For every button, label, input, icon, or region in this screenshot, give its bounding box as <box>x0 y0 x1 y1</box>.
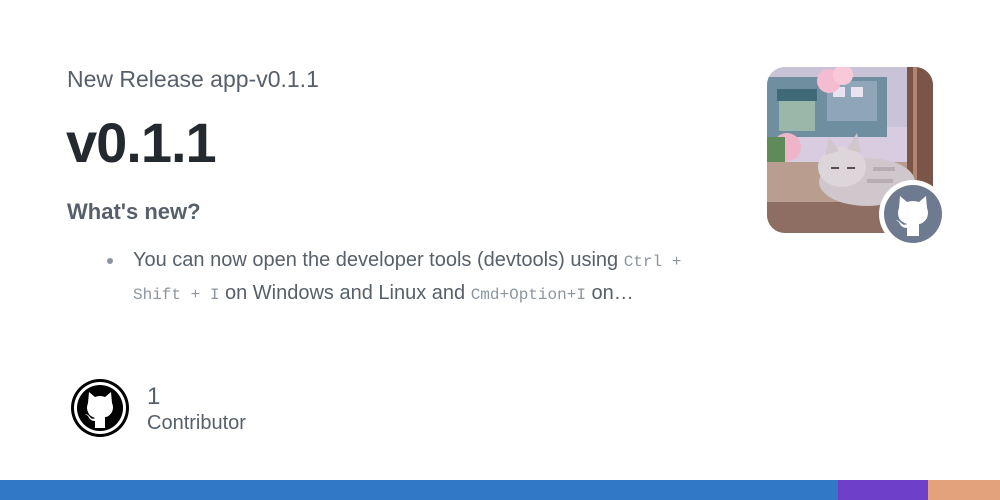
language-bar-segment <box>928 480 1000 500</box>
github-badge <box>879 180 947 248</box>
section-heading: What's new? <box>67 199 201 224</box>
language-bar-segment <box>838 480 928 500</box>
contributor-count: 1 <box>147 383 161 410</box>
release-title: v0.1.1 <box>66 111 217 174</box>
language-bar-segment <box>0 480 838 500</box>
language-bar <box>0 480 1000 500</box>
github-octocat-icon <box>884 185 942 243</box>
note-text: on… <box>585 282 634 304</box>
list-item: You can now open the developer tools (de… <box>105 245 725 311</box>
release-subtitle: New Release app-v0.1.1 <box>67 66 319 92</box>
github-octocat-icon <box>71 379 129 437</box>
shortcut-code: Cmd+Option+I <box>470 286 586 304</box>
note-text: on Windows and Linux and <box>219 282 471 304</box>
contributor-label: Contributor <box>147 412 246 434</box>
release-notes-list: You can now open the developer tools (de… <box>105 245 725 311</box>
note-text: You can now open the developer tools (de… <box>133 249 624 271</box>
bullet-icon <box>107 258 113 264</box>
contributor-avatar[interactable] <box>70 378 130 438</box>
